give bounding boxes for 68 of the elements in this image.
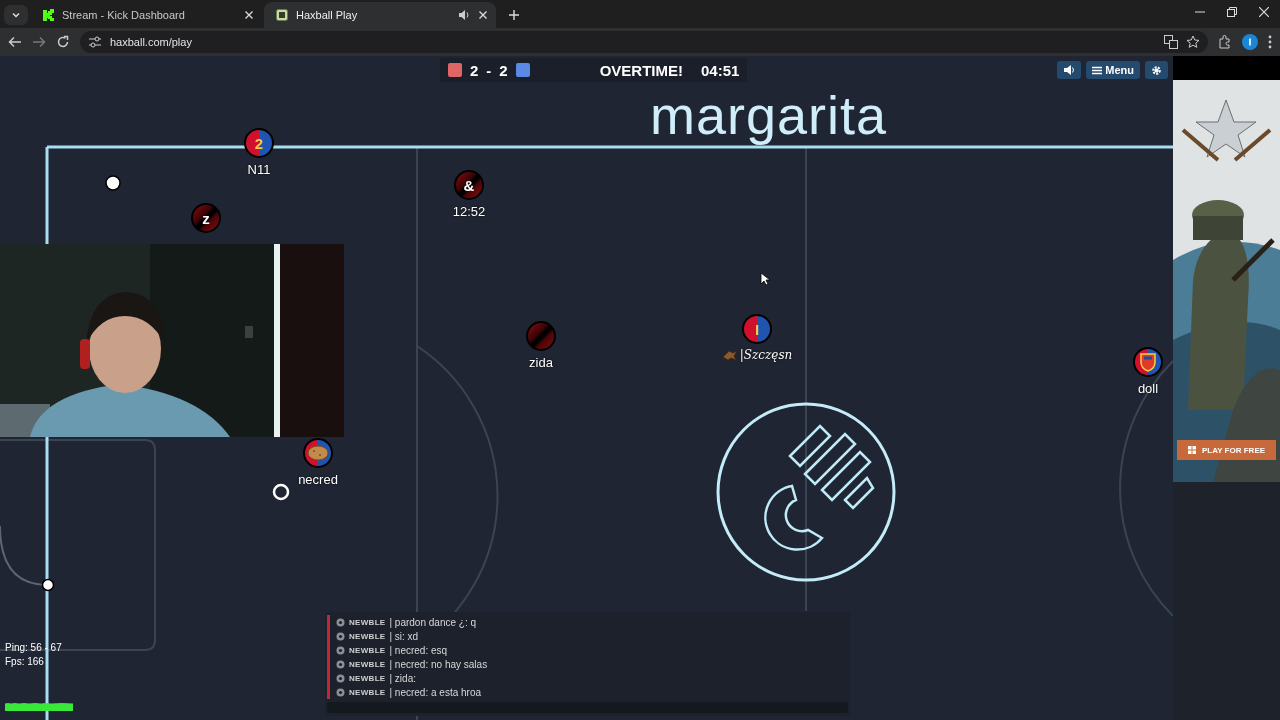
player-name: N11	[247, 162, 271, 177]
restore-icon[interactable]	[1227, 7, 1237, 17]
chat-message: | necred: a esta hroa	[389, 686, 481, 698]
back-icon[interactable]	[8, 35, 22, 49]
caret-icon	[11, 10, 21, 20]
k-logo-icon	[42, 9, 54, 21]
rank-tag: NEWBLE	[349, 687, 386, 697]
star-icon[interactable]	[1186, 35, 1200, 49]
player-number: I	[754, 320, 760, 338]
player-name: doll	[1137, 381, 1159, 396]
close-icon[interactable]	[478, 10, 488, 20]
extensions-icon[interactable]	[1218, 35, 1232, 49]
more-icon[interactable]	[1268, 35, 1272, 49]
site-settings-icon[interactable]	[88, 36, 102, 48]
haxball-logo-icon	[276, 9, 288, 21]
profile-icon[interactable]	[1242, 34, 1258, 50]
rank-tag: NEWBLE	[349, 617, 386, 627]
score-separator: -	[486, 61, 492, 79]
settings-icon	[1151, 64, 1162, 76]
rank-tag: NEWBLE	[349, 673, 386, 683]
speaker-icon	[1063, 65, 1076, 75]
cursor-icon	[760, 272, 770, 286]
reload-icon[interactable]	[56, 35, 70, 49]
rank-tag: NEWBLE	[349, 659, 386, 669]
menu-icon	[1092, 65, 1103, 75]
team-score: 2	[499, 61, 508, 79]
close-icon[interactable]	[244, 10, 254, 20]
player-name: 12:52	[452, 204, 486, 219]
player-name: |Szczęsn	[739, 348, 793, 362]
settings-button[interactable]	[1145, 61, 1168, 79]
fps-text: Fps: 166	[5, 655, 45, 669]
address-bar[interactable]: haxball.com/play	[80, 31, 1208, 53]
close-icon[interactable]	[1259, 7, 1269, 17]
windows-icon	[1187, 446, 1196, 454]
player-number: &	[463, 176, 475, 194]
chat-message: | necred: no hay salas	[389, 658, 488, 670]
forward-icon[interactable]	[32, 35, 46, 49]
crest-icon	[1139, 352, 1157, 372]
ping-graph	[5, 703, 73, 711]
chat-message: | si: xd	[389, 630, 419, 642]
chat-message: | pardon dance ¿: q	[389, 616, 476, 628]
room-title: margarita	[650, 84, 888, 146]
chat-message: | zida:	[389, 672, 416, 684]
player-number: z	[202, 209, 210, 227]
new-tab-icon[interactable]	[508, 9, 520, 21]
play-for-free-button[interactable]: PLAY FOR FREE	[1177, 440, 1276, 460]
translate-icon[interactable]	[1164, 35, 1178, 49]
rank-tag: NEWBLE	[349, 631, 386, 641]
chat-message: | necred: esq	[389, 644, 448, 656]
browser-tab[interactable]: Stream - Kick Dashboard	[30, 2, 262, 28]
menu-button[interactable]: Menu	[1086, 61, 1140, 79]
sound-button[interactable]	[1057, 61, 1082, 79]
ball	[272, 483, 290, 501]
tab-list-button[interactable]	[4, 5, 28, 25]
browser-tab[interactable]: Haxball Play	[264, 2, 496, 28]
match-clock: 04:51	[701, 61, 740, 79]
team-score: 2	[470, 61, 479, 79]
speaker-icon[interactable]	[458, 9, 470, 21]
rank-tag: NEWBLE	[349, 645, 386, 655]
ball	[41, 578, 55, 592]
ball	[105, 175, 121, 191]
potato-icon	[307, 444, 329, 462]
player-name: necred	[298, 472, 338, 487]
match-status: OVERTIME!	[599, 61, 684, 79]
haxball-logo-icon	[764, 424, 875, 551]
player-name: zida	[529, 355, 553, 370]
player-number: 2	[254, 134, 264, 152]
ping-text: Ping: 56 - 67	[5, 641, 62, 655]
